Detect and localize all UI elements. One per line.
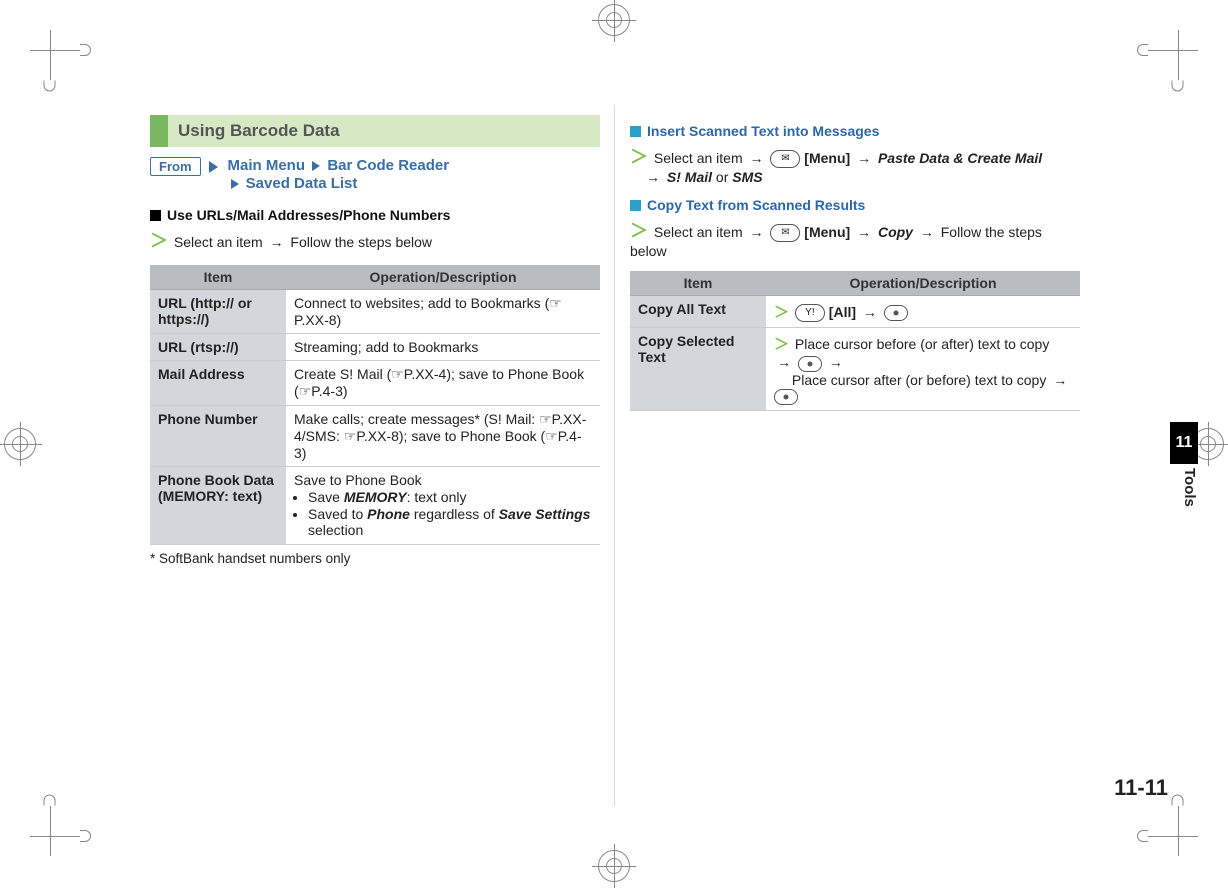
row-desc: Create S! Mail (☞P.XX-4); save to Phone … — [286, 361, 600, 406]
th-item: Item — [630, 271, 766, 296]
step-em: SMS — [732, 169, 762, 185]
subheading-urls: Use URLs/Mail Addresses/Phone Numbers — [150, 207, 600, 223]
subheading-text: Insert Scanned Text into Messages — [647, 123, 879, 139]
footnote: * SoftBank handset numbers only — [150, 551, 600, 566]
step-text: or — [716, 169, 732, 185]
desc-em: Phone — [367, 506, 410, 522]
desc-text: Saved to — [308, 506, 367, 522]
desc-text: : text only — [407, 489, 467, 505]
step-em: Paste Data & Create Mail — [878, 150, 1042, 166]
step-part: Select an item — [174, 234, 263, 250]
desc-bullet: Saved to Phone regardless of Save Settin… — [308, 506, 592, 538]
nav-3: Saved Data List — [246, 175, 358, 192]
key-label: [All] — [829, 304, 856, 320]
step-part: Select an item — [654, 224, 743, 240]
operations-table-right: Item Operation/Description Copy All Text… — [630, 271, 1080, 411]
row-item: Copy All Text — [630, 296, 766, 328]
page-number: 11-11 — [1114, 775, 1168, 801]
row-desc: ＞ Place cursor before (or after) text to… — [766, 328, 1080, 411]
column-divider — [614, 105, 615, 806]
subheading-text: Use URLs/Mail Addresses/Phone Numbers — [167, 207, 450, 223]
row-desc: Connect to websites; add to Bookmarks (☞… — [286, 290, 600, 334]
copy-steps: ＞ Select an item → ✉ [Menu] → Copy → Fol… — [630, 217, 1080, 259]
crop-col-left — [30, 0, 70, 886]
row-item: Mail Address — [150, 361, 286, 406]
nav-2: Bar Code Reader — [327, 157, 449, 174]
th-desc: Operation/Description — [286, 265, 600, 290]
key-label: [Menu] — [804, 150, 850, 166]
row-item: Phone Number — [150, 406, 286, 467]
chapter-tab: 11 — [1170, 422, 1198, 464]
row-item: Copy Selected Text — [630, 328, 766, 411]
row-desc: ＞ Y! [All] → — [766, 296, 1080, 328]
desc-text: selection — [308, 522, 363, 538]
step-part: Select an item — [654, 150, 743, 166]
row-desc: Make calls; create messages* (S! Mail: ☞… — [286, 406, 600, 467]
desc-em: Save Settings — [499, 506, 591, 522]
center-key-icon — [884, 305, 908, 321]
square-bullet-icon — [630, 200, 641, 211]
desc-text: Place cursor before (or after) text to c… — [795, 336, 1049, 352]
insert-steps: ＞ Select an item → ✉ [Menu] → Paste Data… — [630, 143, 1080, 185]
row-item: Phone Book Data (MEMORY: text) — [150, 467, 286, 545]
triangle-icon — [312, 161, 320, 171]
crop-row-top — [0, 30, 1228, 70]
section-title: Using Barcode Data — [168, 115, 600, 147]
center-key-icon — [798, 356, 822, 372]
th-item: Item — [150, 265, 286, 290]
subheading-insert: Insert Scanned Text into Messages — [630, 123, 1080, 139]
desc-bullet: Save MEMORY: text only — [308, 489, 592, 505]
footnote-text: SoftBank handset numbers only — [155, 551, 350, 566]
section-heading: Using Barcode Data — [150, 115, 600, 147]
subheading-copy: Copy Text from Scanned Results — [630, 197, 1080, 213]
square-bullet-icon — [630, 126, 641, 137]
desc-text: Save — [308, 489, 344, 505]
desc-text: Save to Phone Book — [294, 472, 422, 488]
step-line: ＞ Select an item → Follow the steps belo… — [150, 227, 600, 253]
row-item: URL (rtsp://) — [150, 334, 286, 361]
step-em: S! Mail — [667, 169, 712, 185]
mail-key-icon: ✉ — [770, 224, 800, 242]
nav-1: Main Menu — [228, 157, 306, 174]
row-desc: Streaming; add to Bookmarks — [286, 334, 600, 361]
mail-key-icon: ✉ — [770, 150, 800, 168]
row-item: URL (http:// or https://) — [150, 290, 286, 334]
operations-table-left: Item Operation/Description URL (http:// … — [150, 265, 600, 545]
crop-row-bottom — [0, 816, 1228, 856]
y-key-icon: Y! — [795, 304, 825, 322]
desc-text: regardless of — [410, 506, 499, 522]
center-key-icon — [774, 389, 798, 405]
desc-text: Place cursor after (or before) text to c… — [792, 372, 1046, 388]
desc-em: MEMORY — [344, 489, 407, 505]
triangle-icon — [231, 179, 239, 189]
th-desc: Operation/Description — [766, 271, 1080, 296]
from-badge: From — [150, 157, 201, 176]
chapter-tab-label: Tools — [1170, 468, 1198, 507]
square-bullet-icon — [150, 210, 161, 221]
nav-path: Main Menu Bar Code Reader Saved Data Lis… — [228, 157, 450, 193]
triangle-icon — [209, 161, 218, 173]
key-label: [Menu] — [804, 224, 850, 240]
step-em: Copy — [878, 224, 913, 240]
step-part: Follow the steps below — [290, 234, 432, 250]
subheading-text: Copy Text from Scanned Results — [647, 197, 865, 213]
row-desc: Save to Phone Book Save MEMORY: text onl… — [286, 467, 600, 545]
